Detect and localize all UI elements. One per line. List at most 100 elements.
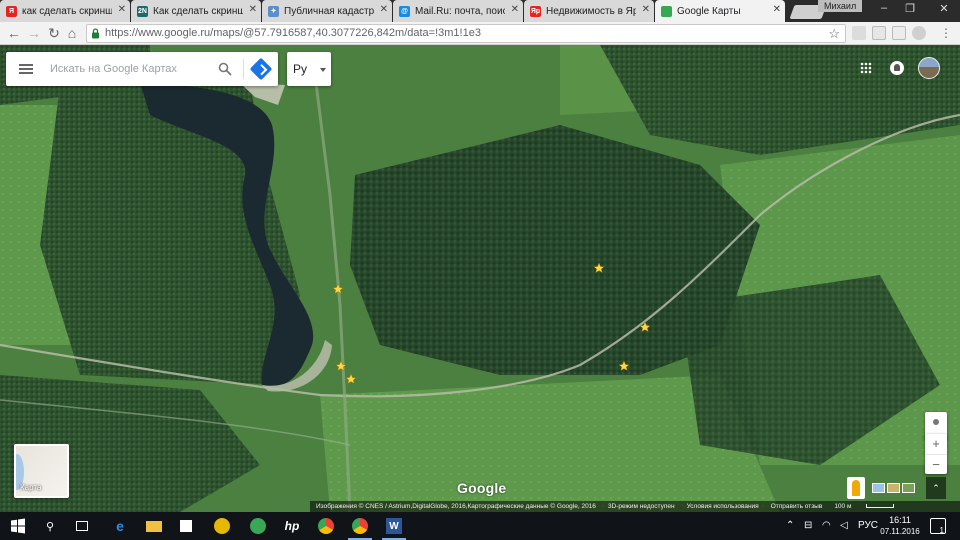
- map-type-label: Карта: [20, 483, 42, 492]
- address-bar[interactable]: https://www.google.ru/maps/@57.7916587,4…: [86, 24, 846, 43]
- volume-icon[interactable]: ◁: [840, 520, 848, 531]
- hp-icon[interactable]: hp: [284, 518, 300, 534]
- action-center-icon[interactable]: 1: [930, 518, 946, 535]
- close-tab-icon[interactable]: ✕: [118, 4, 126, 15]
- windows-taskbar: ⚲ e hp W ⌃ ⊟ ◠ ◁ РУС 16:11 07.11.2016 1: [0, 512, 960, 540]
- tray-chevron-icon[interactable]: ⌃: [786, 520, 794, 531]
- yandex-realty-icon: Яр: [530, 5, 541, 17]
- 2n-icon: 2N: [137, 5, 148, 17]
- windows-start-icon[interactable]: [10, 518, 26, 534]
- clock-date: 07.11.2016: [880, 527, 920, 536]
- tab-label: как сделать скриншот: [22, 5, 112, 17]
- satellite-imagery: [0, 45, 960, 512]
- reload-icon[interactable]: ↻: [46, 25, 62, 41]
- mode-3d-text: 3D-режим недоступен: [607, 503, 675, 510]
- yandex-icon: Я: [6, 5, 17, 17]
- profile-button[interactable]: Михаил: [818, 0, 863, 12]
- forward-arrow-icon[interactable]: →: [26, 25, 42, 41]
- chevron-down-icon: [320, 68, 326, 72]
- apps-grid-icon[interactable]: [860, 62, 872, 74]
- terms-link[interactable]: Условия использования: [687, 503, 759, 510]
- file-explorer-icon[interactable]: [146, 521, 162, 532]
- close-tab-icon[interactable]: ✕: [380, 4, 388, 15]
- google-logo: Google: [457, 480, 507, 496]
- lock-icon: [92, 28, 99, 39]
- map-type-switcher[interactable]: Карта: [14, 444, 69, 498]
- zoom-in-button[interactable]: +: [925, 434, 947, 454]
- browser-tab[interactable]: Яр Недвижимость в Ярос ✕: [524, 0, 654, 22]
- browser-tab[interactable]: 2N Как сделать скриншот ✕: [131, 0, 261, 22]
- tab-label: Google Карты: [677, 5, 741, 17]
- hamburger-menu-icon[interactable]: [19, 64, 33, 74]
- word-icon[interactable]: W: [382, 518, 406, 540]
- zoom-out-button[interactable]: −: [925, 454, 947, 474]
- feedback-link[interactable]: Отправить отзыв: [771, 503, 823, 510]
- network-icon[interactable]: ⊟: [804, 520, 812, 531]
- extension-reader-icon[interactable]: [872, 26, 886, 40]
- imagery-thumb[interactable]: [872, 483, 885, 493]
- tab-label: Недвижимость в Ярос: [546, 5, 636, 17]
- pegman-icon[interactable]: [847, 477, 865, 499]
- google-maps-icon: [661, 5, 672, 17]
- imagery-thumbnails[interactable]: [870, 477, 918, 499]
- back-arrow-icon[interactable]: ←: [6, 25, 22, 41]
- map-footer: Изображения © CNES / Astrium,DigitalGlob…: [310, 501, 960, 512]
- browser-titlebar: Якак сделать скриншот ✕ 2N Как сделать скри…: [0, 0, 960, 22]
- menu-kebab-icon[interactable]: ⋮: [938, 25, 954, 41]
- app-character-icon[interactable]: [214, 518, 230, 534]
- avatar[interactable]: [918, 57, 940, 79]
- extension-icon[interactable]: [852, 26, 866, 40]
- clock-time: 16:11: [889, 515, 911, 525]
- browser-toolbar: ← → ↻ ⌂ https://www.google.ru/maps/@57.7…: [0, 22, 960, 45]
- chrome-active-icon[interactable]: [348, 518, 372, 540]
- tab-label: Публичная кадастров: [284, 5, 374, 17]
- home-icon[interactable]: ⌂: [64, 25, 80, 41]
- expand-chevron-icon[interactable]: ⌃: [926, 477, 946, 499]
- notifications-icon[interactable]: [890, 61, 904, 75]
- compass-icon: [933, 419, 939, 425]
- minimize-icon[interactable]: –: [874, 2, 894, 14]
- edge-browser-icon[interactable]: e: [112, 518, 128, 534]
- system-clock[interactable]: 16:11 07.11.2016: [880, 515, 920, 537]
- zoom-buttons: + −: [925, 434, 947, 474]
- chrome-icon[interactable]: [318, 518, 334, 534]
- input-language[interactable]: РУС: [858, 520, 878, 531]
- directions-icon[interactable]: [249, 57, 273, 81]
- close-tab-icon[interactable]: ✕: [642, 4, 650, 15]
- language-select[interactable]: Ру: [287, 52, 331, 86]
- tab-strip: Якак сделать скриншот ✕ 2N Как сделать скри…: [0, 0, 827, 22]
- maximize-icon[interactable]: ❐: [900, 2, 920, 15]
- browser-tab[interactable]: Якак сделать скриншот ✕: [0, 0, 130, 22]
- search-icon[interactable]: [218, 62, 232, 76]
- tab-label: Mail.Ru: почта, поиск: [415, 5, 505, 17]
- browser-tab[interactable]: Google Карты ✕: [655, 0, 785, 22]
- mailru-icon: @: [399, 5, 410, 17]
- scale-label: 100 м: [834, 503, 852, 510]
- close-tab-icon[interactable]: ✕: [511, 4, 519, 15]
- imagery-thumb[interactable]: [887, 483, 900, 493]
- app-green-icon[interactable]: [250, 518, 266, 534]
- bookmark-star-icon[interactable]: ☆: [828, 26, 840, 42]
- close-window-icon[interactable]: ✕: [934, 2, 954, 15]
- search-icon[interactable]: ⚲: [42, 518, 58, 534]
- extension-circle-icon[interactable]: [912, 26, 926, 40]
- browser-tab[interactable]: @ Mail.Ru: почта, поиск ✕: [393, 0, 523, 22]
- scale-bar[interactable]: 100 м: [834, 503, 906, 510]
- divider: [243, 59, 244, 79]
- extension-pdf-icon[interactable]: [892, 26, 906, 40]
- language-value: Ру: [293, 62, 308, 76]
- tab-label: Как сделать скриншот: [153, 5, 243, 17]
- close-tab-icon[interactable]: ✕: [773, 4, 781, 15]
- search-input[interactable]: [50, 60, 210, 78]
- imagery-thumb[interactable]: [902, 483, 915, 493]
- cadastre-icon: ✦: [268, 5, 279, 17]
- search-panel: [6, 52, 278, 86]
- url-text: https://www.google.ru/maps/@57.7916587,4…: [105, 27, 481, 39]
- satellite-map[interactable]: Ру Карта + − ⌃ Google Изображения © CNES…: [0, 45, 960, 512]
- store-icon[interactable]: [180, 520, 192, 532]
- task-view-icon[interactable]: [76, 521, 88, 531]
- browser-tab[interactable]: ✦ Публичная кадастров ✕: [262, 0, 392, 22]
- close-tab-icon[interactable]: ✕: [249, 4, 257, 15]
- wifi-icon[interactable]: ◠: [822, 520, 831, 531]
- scale-line: [866, 504, 895, 508]
